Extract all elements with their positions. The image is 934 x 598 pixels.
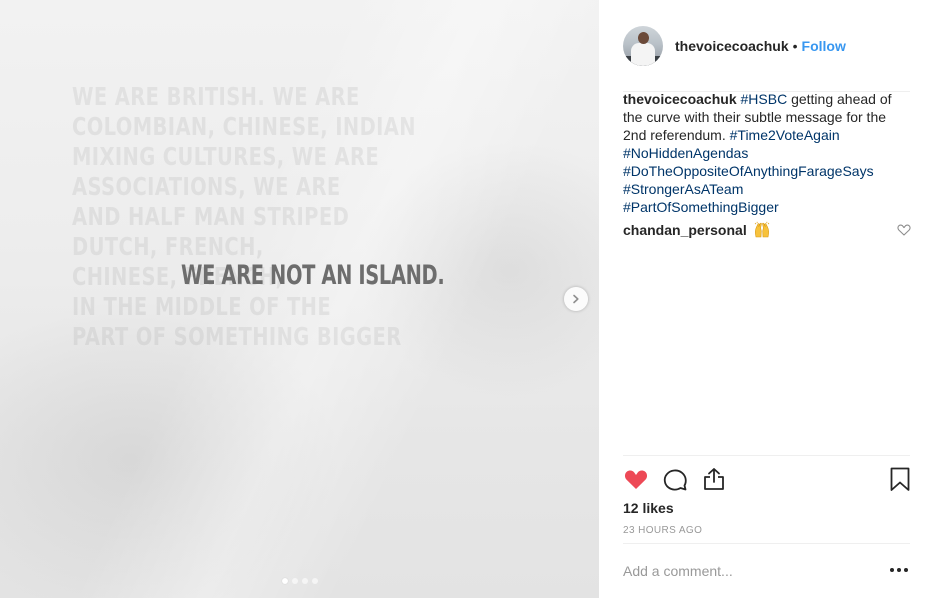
likes-count[interactable]: 12 likes <box>623 500 674 516</box>
more-dot <box>890 568 894 572</box>
hashtag-link[interactable]: #Time2VoteAgain <box>730 127 840 143</box>
faded-background-text: WE ARE BRITISH. WE ARE COLOMBIAN, CHINES… <box>72 82 431 352</box>
carousel-dot <box>312 578 318 584</box>
header-user-line: thevoicecoachuk • Follow <box>675 38 846 54</box>
chevron-right-icon <box>573 294 579 304</box>
hashtag-link[interactable]: #PartOfSomethingBigger <box>623 199 779 215</box>
post-image[interactable]: WE ARE BRITISH. WE ARE COLOMBIAN, CHINES… <box>0 0 599 598</box>
faded-line: ASSOCIATIONS, WE ARE <box>72 172 341 201</box>
bookmark-icon[interactable] <box>887 466 913 492</box>
carousel-indicator <box>282 578 318 584</box>
image-headline: WE ARE NOT AN ISLAND. <box>181 260 445 291</box>
more-dot <box>904 568 908 572</box>
hashtag-link[interactable]: #NoHiddenAgendas <box>623 145 748 161</box>
raised-hands-emoji <box>754 221 769 238</box>
avatar[interactable] <box>623 25 663 66</box>
action-bar <box>623 455 910 501</box>
avatar-face <box>638 31 649 44</box>
post-header: thevoicecoachuk • Follow <box>623 16 910 92</box>
separator-dot: • <box>792 37 798 54</box>
faded-line: WE ARE BRITISH. WE ARE <box>72 82 360 111</box>
add-comment-input[interactable] <box>623 563 873 579</box>
faded-line: DUTCH, FRENCH, <box>72 232 264 261</box>
faded-line: PART OF SOMETHING BIGGER <box>72 322 402 351</box>
carousel-dot-active <box>282 578 288 584</box>
carousel-dot <box>292 578 298 584</box>
comment-username[interactable]: chandan_personal <box>623 221 747 239</box>
comment-like-heart-icon[interactable] <box>897 224 911 236</box>
hashtag-link[interactable]: #DoTheOppositeOfAnythingFarageSays <box>623 163 874 179</box>
post-timestamp[interactable]: 23 HOURS AGO <box>623 525 702 536</box>
more-dot <box>897 568 901 572</box>
carousel-dot <box>302 578 308 584</box>
post-details-panel: thevoicecoachuk • Follow thevoicecoachuk… <box>599 0 934 598</box>
comment-item: chandan_personal <box>623 221 913 239</box>
faded-line: MIXING CULTURES, WE ARE <box>72 142 380 171</box>
follow-button[interactable]: Follow <box>802 38 846 54</box>
caption-username[interactable]: thevoicecoachuk <box>623 91 737 107</box>
post-caption: thevoicecoachuk #HSBC getting ahead of t… <box>623 90 913 216</box>
add-comment-bar <box>623 543 910 598</box>
faded-line: COLOMBIAN, CHINESE, INDIAN <box>72 112 416 141</box>
next-image-button[interactable] <box>564 287 588 311</box>
heart-filled-icon[interactable] <box>623 466 649 492</box>
hashtag-link[interactable]: #StrongerAsATeam <box>623 181 743 197</box>
faded-line: AND HALF MAN STRIPED <box>72 202 350 231</box>
share-icon[interactable] <box>701 466 727 492</box>
speech-bubble-icon[interactable] <box>662 466 688 492</box>
header-username[interactable]: thevoicecoachuk <box>675 38 789 54</box>
more-options-icon[interactable] <box>890 568 908 574</box>
avatar-figure <box>631 42 655 66</box>
hashtag-link[interactable]: #HSBC <box>741 91 788 107</box>
faded-line: IN THE MIDDLE OF THE <box>72 292 332 321</box>
